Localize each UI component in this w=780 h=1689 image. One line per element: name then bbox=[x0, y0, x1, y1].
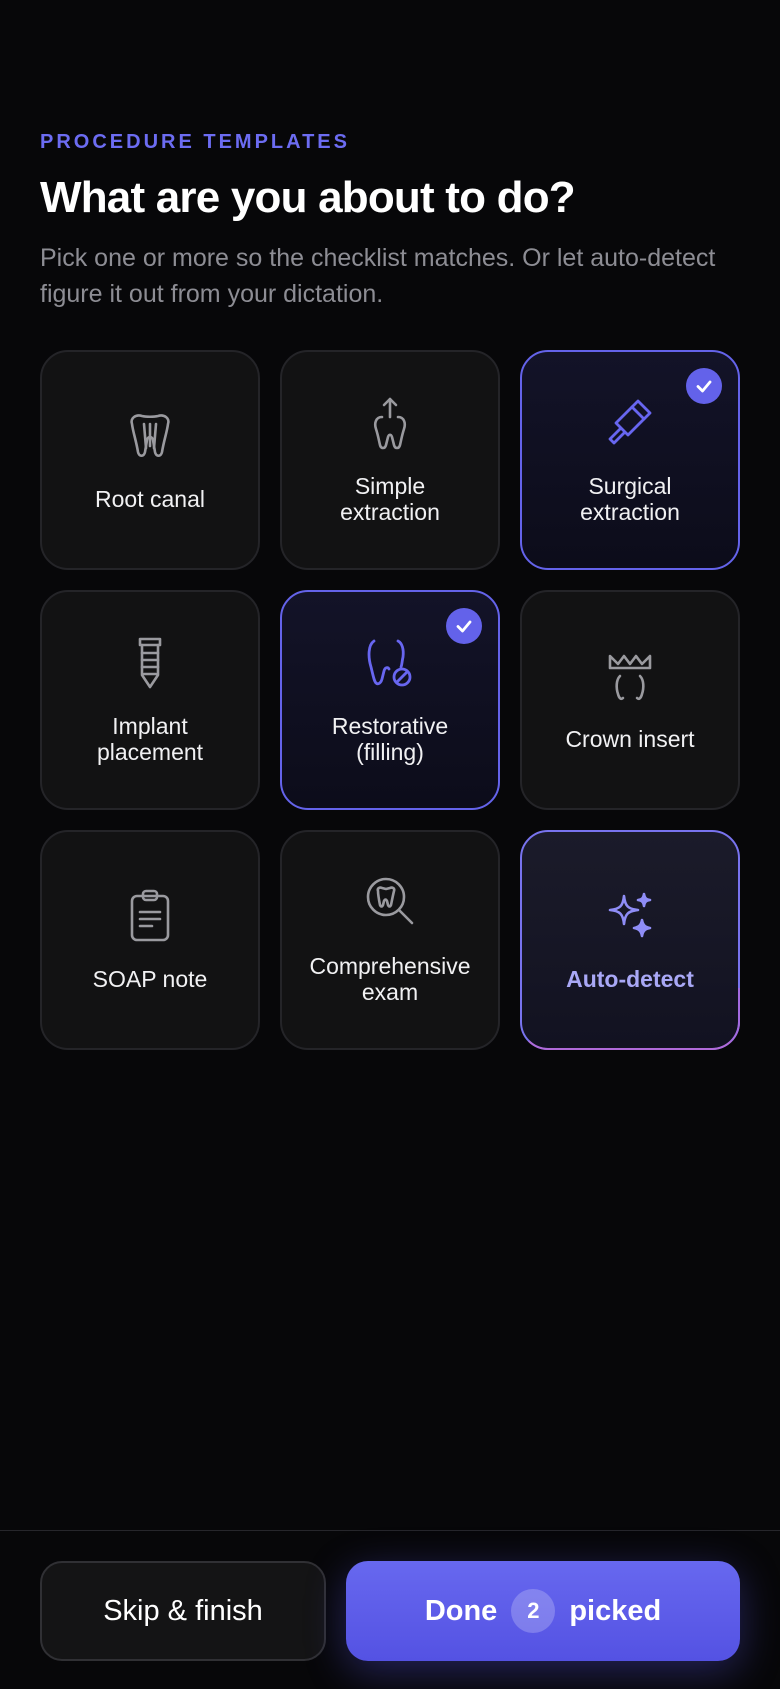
sparkles-icon bbox=[602, 888, 658, 944]
template-label: Restorative (filling) bbox=[331, 713, 449, 765]
page-title: What are you about to do? bbox=[40, 173, 576, 222]
picked-label: picked bbox=[569, 1594, 662, 1627]
crown-tooth-icon bbox=[602, 648, 658, 704]
template-card-crown-insert[interactable]: Crown insert bbox=[520, 590, 740, 810]
tooth-extraction-icon bbox=[362, 395, 418, 451]
footer-bar: Skip & finish Done 2 picked bbox=[0, 1530, 780, 1689]
template-card-root-canal[interactable]: Root canal bbox=[40, 350, 260, 570]
template-card-auto-detect[interactable]: Auto-detect bbox=[520, 830, 740, 1050]
template-label: Comprehensive exam bbox=[309, 953, 471, 1005]
clipboard-icon bbox=[122, 888, 178, 944]
section-eyebrow: PROCEDURE TEMPLATES bbox=[40, 131, 350, 153]
implant-screw-icon bbox=[122, 635, 178, 691]
page-subtitle: Pick one or more so the checklist matche… bbox=[40, 244, 716, 308]
check-icon bbox=[446, 608, 482, 644]
check-icon bbox=[686, 368, 722, 404]
tooth-filling-icon bbox=[362, 635, 418, 691]
template-label: Auto-detect bbox=[566, 966, 694, 992]
template-label: Simple extraction bbox=[340, 473, 440, 525]
done-button[interactable]: Done 2 picked bbox=[346, 1561, 740, 1661]
template-label: SOAP note bbox=[92, 966, 208, 992]
template-label: Root canal bbox=[95, 486, 205, 512]
template-grid: Root canal Simple extraction Surgical ex… bbox=[40, 350, 740, 1050]
template-card-surgical-extraction[interactable]: Surgical extraction bbox=[520, 350, 740, 570]
template-card-implant-placement[interactable]: Implant placement bbox=[40, 590, 260, 810]
template-label: Implant placement bbox=[96, 713, 204, 765]
template-label: Crown insert bbox=[565, 726, 695, 752]
tooth-magnifier-icon bbox=[362, 875, 418, 931]
template-card-restorative-filling[interactable]: Restorative (filling) bbox=[280, 590, 500, 810]
template-card-comprehensive-exam[interactable]: Comprehensive exam bbox=[280, 830, 500, 1050]
scalpel-icon bbox=[602, 395, 658, 451]
template-card-soap-note[interactable]: SOAP note bbox=[40, 830, 260, 1050]
header: PROCEDURE TEMPLATES What are you about t… bbox=[40, 130, 740, 312]
tooth-roots-icon bbox=[122, 408, 178, 464]
template-card-simple-extraction[interactable]: Simple extraction bbox=[280, 350, 500, 570]
template-label: Surgical extraction bbox=[580, 473, 680, 525]
done-label: Done bbox=[424, 1594, 498, 1627]
picked-count-badge: 2 bbox=[511, 1589, 556, 1633]
skip-finish-button[interactable]: Skip & finish bbox=[40, 1561, 326, 1661]
